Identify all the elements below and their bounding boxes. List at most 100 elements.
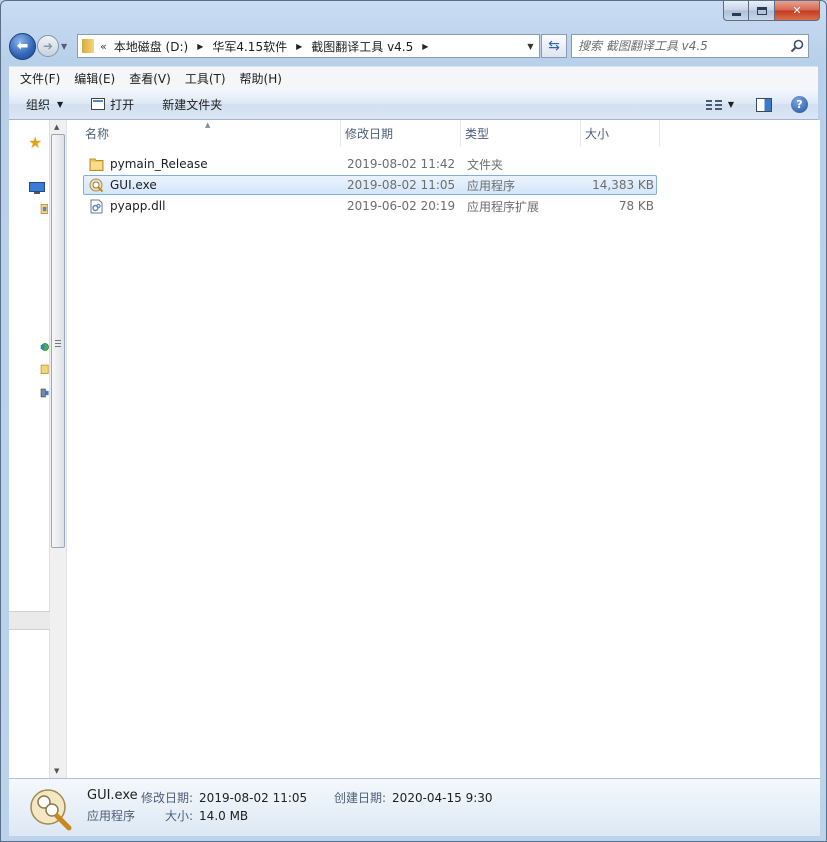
- search-input[interactable]: [572, 35, 782, 57]
- view-details-icon[interactable]: [705, 99, 722, 111]
- open-label: 打开: [110, 97, 135, 112]
- detail-created: 创建日期: 2020-04-15 9:30: [334, 789, 493, 806]
- close-icon: ✕: [792, 4, 802, 17]
- address-overflow[interactable]: «: [100, 40, 107, 53]
- new-folder-button[interactable]: 新建文件夹: [152, 89, 232, 120]
- breadcrumb-folder[interactable]: 华军4.15软件: [212, 38, 287, 55]
- navigation-pane: ★: [9, 120, 50, 778]
- breadcrumb-drive[interactable]: 本地磁盘 (D:): [114, 38, 188, 55]
- explorer-window: ✕ ⬅ ➜ ▼ « 本地磁盘 (D:) ▶ 华军4.15软件 ▶ 截图翻译工具 …: [0, 0, 827, 842]
- file-name-cell: pymain_Release: [84, 157, 342, 172]
- file-type: 应用程序: [467, 178, 516, 193]
- command-bar-right: ▼ ?: [705, 89, 818, 120]
- chevron-down-icon: ▼: [57, 99, 64, 109]
- navigation-pane-scrollbar[interactable]: [9, 611, 50, 630]
- preview-pane-icon[interactable]: [756, 97, 772, 112]
- address-dropdown[interactable]: ▼: [521, 35, 539, 57]
- breadcrumb-current[interactable]: 截图翻译工具 v4.5: [311, 38, 413, 55]
- help-icon[interactable]: ?: [791, 96, 808, 113]
- breadcrumb-separator-icon[interactable]: ▶: [197, 42, 203, 51]
- column-date-label: 修改日期: [345, 126, 394, 141]
- caption-buttons: ✕: [723, 1, 820, 21]
- minimize-button[interactable]: [723, 1, 749, 21]
- table-row[interactable]: pymain_Release 2019-08-02 11:42 文件夹: [83, 154, 657, 174]
- search-icon[interactable]: [790, 39, 804, 53]
- detail-size: 大小: 14.0 MB: [165, 807, 248, 824]
- organize-label: 组织: [26, 97, 51, 112]
- detail-modified-label: 修改日期:: [141, 791, 194, 805]
- column-header-name[interactable]: 名称 ▲: [81, 120, 341, 146]
- open-window-icon: [91, 98, 106, 110]
- exe-icon: [30, 789, 72, 831]
- menu-view[interactable]: 查看(V): [122, 70, 178, 87]
- maximize-button[interactable]: [749, 1, 775, 21]
- column-headers: 名称 ▲ 修改日期 类型 大小: [81, 120, 660, 146]
- table-row[interactable]: GUI.exe 2019-08-02 11:05 应用程序 14,383 KB: [83, 175, 657, 195]
- file-name-cell: pyapp.dll: [84, 199, 342, 214]
- menu-bar: 文件(F) 编辑(E) 查看(V) 工具(T) 帮助(H): [9, 66, 818, 89]
- file-name-cell: GUI.exe: [84, 178, 342, 193]
- column-header-date[interactable]: 修改日期: [341, 120, 461, 146]
- scrollbar-grip-icon: [55, 340, 61, 347]
- folder-icon: [82, 39, 94, 53]
- folder-icon: [89, 158, 104, 171]
- file-name: GUI.exe: [110, 178, 157, 192]
- file-date: 2019-08-02 11:05: [347, 178, 456, 192]
- detail-modified-value: 2019-08-02 11:05: [199, 791, 308, 805]
- table-row[interactable]: pyapp.dll 2019-06-02 20:19 应用程序扩展 78 KB: [83, 196, 657, 216]
- column-size-label: 大小: [585, 126, 610, 141]
- navigation-bar: ⬅ ➜ ▼ « 本地磁盘 (D:) ▶ 华军4.15软件 ▶ 截图翻译工具 v4…: [9, 31, 818, 61]
- desktop-icon[interactable]: [29, 182, 45, 194]
- file-type: 文件夹: [467, 157, 504, 172]
- column-name-label: 名称: [85, 126, 110, 141]
- column-header-size[interactable]: 大小: [581, 120, 660, 146]
- file-date: 2019-06-02 20:19: [347, 199, 456, 213]
- back-button[interactable]: ⬅: [9, 32, 36, 60]
- arrow-right-icon: ➜: [42, 39, 54, 53]
- navigation-pane-vertical-scrollbar[interactable]: ▲ ▼: [50, 120, 67, 778]
- menu-edit[interactable]: 编辑(E): [67, 70, 122, 87]
- refresh-button[interactable]: ⇆: [541, 34, 567, 58]
- file-size: 78 KB: [618, 199, 654, 213]
- breadcrumb-separator-icon[interactable]: ▶: [296, 42, 302, 51]
- arrow-left-icon: ⬅: [16, 38, 29, 54]
- command-bar: 组织 ▼ 打开 新建文件夹 ▼ ?: [9, 89, 818, 120]
- menu-file[interactable]: 文件(F): [13, 70, 67, 87]
- forward-button[interactable]: ➜: [37, 35, 59, 57]
- content-area: ★ ▲ ▼ 名称 ▲ 修改日期 类型 大小 pymain_Release 201…: [9, 120, 820, 778]
- file-type: 应用程序扩展: [467, 199, 540, 214]
- file-size: 14,383 KB: [592, 178, 654, 192]
- details-pane: GUI.exe 修改日期: 2019-08-02 11:05 创建日期: 2020-…: [9, 778, 820, 836]
- detail-file-type: 应用程序: [87, 809, 136, 823]
- breadcrumb-separator-icon[interactable]: ▶: [422, 42, 428, 51]
- organize-button[interactable]: 组织 ▼: [9, 89, 73, 120]
- favorites-star-icon[interactable]: ★: [28, 133, 42, 152]
- dll-icon: [90, 199, 103, 213]
- detail-created-value: 2020-04-15 9:30: [392, 791, 493, 805]
- exe-icon: [89, 178, 104, 192]
- chevron-down-icon: ▼: [527, 41, 534, 51]
- detail-file-name: GUI.exe: [87, 788, 138, 803]
- detail-size-value: 14.0 MB: [199, 809, 249, 823]
- menu-help[interactable]: 帮助(H): [233, 70, 289, 87]
- scroll-down-icon[interactable]: ▼: [54, 767, 59, 775]
- new-folder-label: 新建文件夹: [162, 97, 223, 112]
- recent-pages-dropdown[interactable]: ▼: [61, 42, 73, 51]
- file-date: 2019-08-02 11:42: [347, 157, 456, 171]
- scrollbar-thumb[interactable]: [51, 134, 65, 548]
- scroll-up-icon[interactable]: ▲: [54, 123, 59, 131]
- minimize-icon: [731, 12, 741, 16]
- maximize-icon: [756, 6, 767, 15]
- view-options-dropdown[interactable]: ▼: [728, 100, 734, 109]
- file-name: pymain_Release: [110, 157, 208, 171]
- file-name: pyapp.dll: [110, 199, 166, 213]
- column-type-label: 类型: [465, 126, 490, 141]
- close-button[interactable]: ✕: [775, 1, 820, 21]
- detail-modified: 修改日期: 2019-08-02 11:05: [141, 789, 307, 806]
- search-box[interactable]: [571, 34, 809, 58]
- detail-created-label: 创建日期:: [334, 791, 387, 805]
- address-bar[interactable]: « 本地磁盘 (D:) ▶ 华军4.15软件 ▶ 截图翻译工具 v4.5 ▶ ▼: [77, 34, 540, 58]
- menu-tools[interactable]: 工具(T): [178, 70, 233, 87]
- open-button[interactable]: 打开: [81, 89, 144, 120]
- column-header-type[interactable]: 类型: [461, 120, 581, 146]
